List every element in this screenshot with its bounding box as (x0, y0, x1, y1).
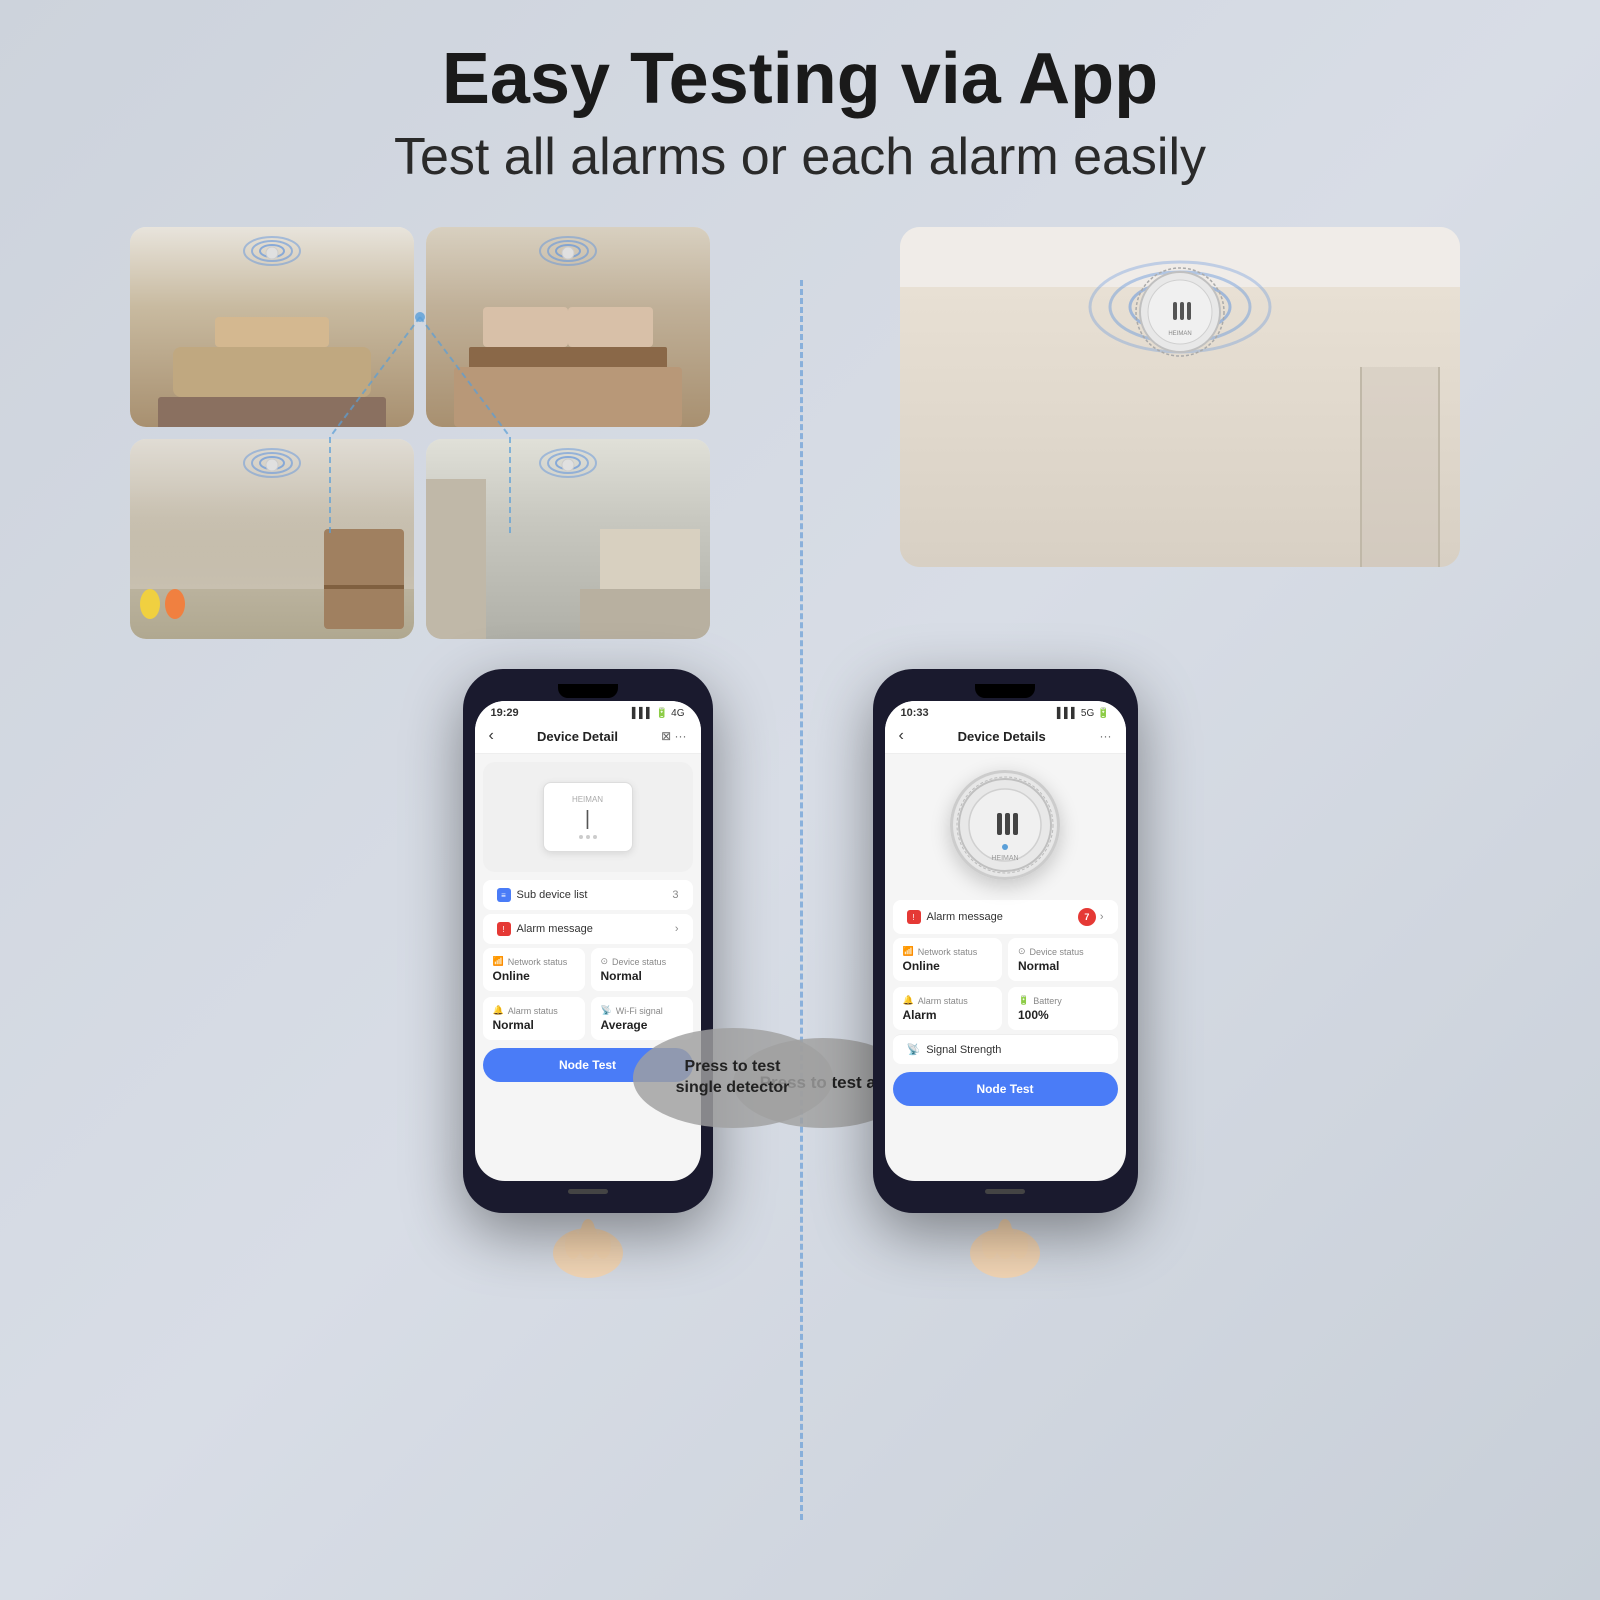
right-big-detector: HEIMAN (950, 770, 1060, 880)
device-status-label-right: Device status (1030, 947, 1084, 957)
signal-icon-left: 📡 (601, 1005, 612, 1016)
sub-device-list-label: Sub device list (517, 889, 588, 901)
left-signal: ▌▌▌ 🔋 4G (632, 708, 685, 719)
svg-text:HEIMAN: HEIMAN (1168, 331, 1191, 337)
right-header-icons: ··· (1100, 729, 1112, 743)
device-status-value-right: Normal (1018, 959, 1108, 973)
right-signal-strength: 📡 Signal Strength (893, 1034, 1118, 1064)
alarm-status-value-right: Alarm (903, 1008, 993, 1022)
right-device-image-area: HEIMAN (885, 754, 1126, 896)
back-icon-right[interactable]: ‹ (899, 727, 904, 745)
left-status-bar: 19:29 ▌▌▌ 🔋 4G (475, 701, 701, 721)
right-status-grid: 📶 Network status Online ⊙ Device status … (893, 938, 1118, 1030)
right-phone-container: 10:33 ▌▌▌ 5G 🔋 ‹ Device Details ··· (873, 649, 1138, 1288)
right-alarm-message[interactable]: ! Alarm message 7 › (893, 900, 1118, 934)
device-hub-box: HEIMAN | (543, 782, 633, 852)
right-signal: ▌▌▌ 5G 🔋 (1057, 708, 1110, 719)
alarm-icon-left: 🔔 (493, 1005, 504, 1016)
network-status-card-left: 📶 Network status Online (483, 948, 585, 991)
wifi-signal-value-left: Average (601, 1018, 683, 1032)
alarm-message-label-right: Alarm message (927, 911, 1003, 923)
alarm-status-card-right: 🔔 Alarm status Alarm (893, 987, 1003, 1030)
page-container: Easy Testing via App Test all alarms or … (0, 0, 1600, 1600)
left-phone-header: ‹ Device Detail ⊠ ··· (475, 721, 701, 754)
device-status-label-left: Device status (612, 957, 666, 967)
left-time: 19:29 (491, 707, 519, 719)
battery-label-right: Battery (1033, 996, 1062, 1006)
right-phone-screen: 10:33 ▌▌▌ 5G 🔋 ‹ Device Details ··· (885, 701, 1126, 1181)
network-label-left: Network status (508, 957, 568, 967)
room-card-living (130, 227, 414, 427)
detector-waves-1 (242, 233, 302, 274)
network-value-right: Online (903, 959, 993, 973)
alarm-status-label-right: Alarm status (918, 996, 968, 1006)
detector-photo: HEIMAN (900, 227, 1460, 567)
battery-value-right: 100% (1018, 1008, 1108, 1022)
room-card-office (426, 439, 710, 639)
signal-icon-right: 📡 (907, 1043, 921, 1056)
right-time: 10:33 (901, 707, 929, 719)
wifi-icon-left: 📶 (493, 956, 504, 967)
detector-waves-2 (538, 233, 598, 274)
right-phone-header: ‹ Device Details ··· (885, 721, 1126, 754)
alarm-status-card-left: 🔔 Alarm status Normal (483, 997, 585, 1040)
right-hand-gesture (955, 1203, 1055, 1288)
alarm-status-value-left: Normal (493, 1018, 575, 1032)
alarm-status-label-left: Alarm status (508, 1006, 558, 1016)
right-panel: HEIMAN (820, 227, 1540, 587)
device-icon-right: ⊙ (1018, 946, 1026, 957)
sub-device-count: 3 (672, 889, 678, 901)
device-status-card-right: ⊙ Device status Normal (1008, 938, 1118, 981)
left-device-image: HEIMAN | (483, 762, 693, 872)
sub-title: Test all alarms or each alarm easily (0, 127, 1600, 187)
left-status-grid: 📶 Network status Online ⊙ Device status … (483, 948, 693, 1040)
right-status-bar: 10:33 ▌▌▌ 5G 🔋 (885, 701, 1126, 721)
left-header-icons: ⊠ ··· (661, 729, 686, 743)
right-phone[interactable]: 10:33 ▌▌▌ 5G 🔋 ‹ Device Details ··· (873, 669, 1138, 1213)
battery-card-right: 🔋 Battery 100% (1008, 987, 1118, 1030)
right-speech-bubble: Press to testsingle detector (633, 1028, 833, 1128)
back-icon-left[interactable]: ‹ (489, 727, 494, 745)
network-status-card-right: 📶 Network status Online (893, 938, 1003, 981)
detector-waves-3 (242, 445, 302, 486)
alarm-arrow-left: › (675, 923, 679, 935)
large-detector-with-waves: HEIMAN (1080, 257, 1280, 422)
wifi-signal-label-left: Wi-Fi signal (616, 1006, 663, 1016)
left-phone[interactable]: 19:29 ▌▌▌ 🔋 4G ‹ Device Detail ⊠ ··· HEI… (463, 669, 713, 1213)
device-icon-left: ⊙ (601, 956, 609, 967)
right-bubble-text: Press to testsingle detector (676, 1057, 790, 1099)
svg-text:HEIMAN: HEIMAN (991, 855, 1018, 862)
alarm-message-label-left: Alarm message (517, 923, 593, 935)
room-card-kids (130, 439, 414, 639)
wifi-signal-card-left: 📡 Wi-Fi signal Average (591, 997, 693, 1040)
left-panel (60, 227, 780, 639)
main-title: Easy Testing via App (0, 40, 1600, 119)
detector-waves-4 (538, 445, 598, 486)
network-label-right: Network status (918, 947, 978, 957)
room-card-bedroom (426, 227, 710, 427)
right-screen-title: Device Details (958, 729, 1046, 744)
left-submenu-list[interactable]: ≡ Sub device list 3 (483, 880, 693, 910)
left-screen-title: Device Detail (537, 729, 618, 744)
right-node-test-btn[interactable]: Node Test (893, 1072, 1118, 1106)
wifi-icon-right: 📶 (903, 946, 914, 957)
left-hand-gesture (538, 1203, 638, 1288)
alarm-icon-right: 🔔 (903, 995, 914, 1006)
left-alarm-message[interactable]: ! Alarm message › (483, 914, 693, 944)
alarm-badge-right: 7 (1078, 908, 1096, 926)
signal-label-right: Signal Strength (926, 1044, 1001, 1056)
device-status-value-left: Normal (601, 969, 683, 983)
bottom-section: 19:29 ▌▌▌ 🔋 4G ‹ Device Detail ⊠ ··· HEI… (0, 649, 1600, 1288)
battery-icon-right: 🔋 (1018, 995, 1029, 1006)
header: Easy Testing via App Test all alarms or … (0, 0, 1600, 197)
network-value-left: Online (493, 969, 575, 983)
device-status-card-left: ⊙ Device status Normal (591, 948, 693, 991)
left-phone-container: 19:29 ▌▌▌ 🔋 4G ‹ Device Detail ⊠ ··· HEI… (463, 649, 713, 1288)
room-grid (130, 227, 710, 639)
